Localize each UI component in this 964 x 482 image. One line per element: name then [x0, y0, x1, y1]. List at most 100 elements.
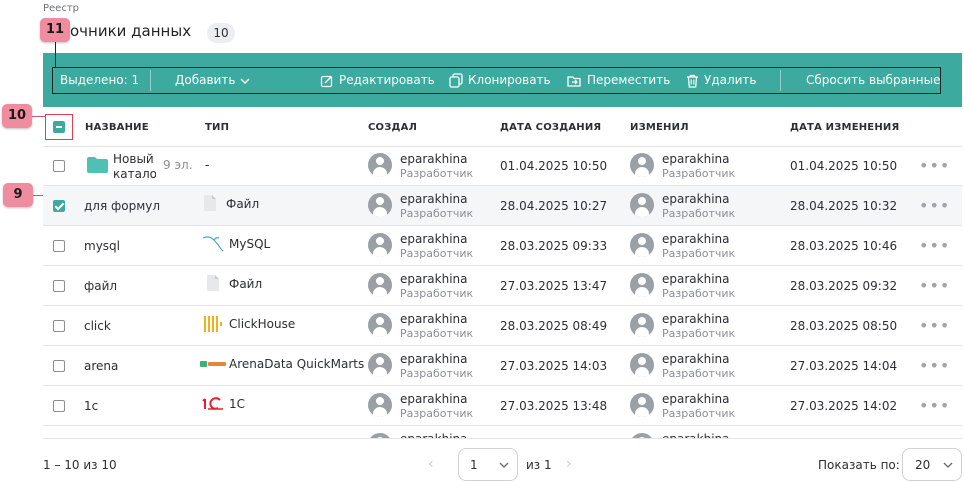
row-name[interactable]: click [84, 319, 111, 333]
delete-label: Удалить [704, 73, 757, 87]
row-name[interactable]: для формул [84, 199, 160, 213]
row-menu-icon[interactable]: ••• [919, 238, 950, 254]
row-checkbox[interactable] [53, 280, 65, 292]
avatar [368, 273, 392, 297]
file-icon [204, 195, 216, 211]
creator-name: eparakhina [400, 352, 468, 366]
creator-role: Разработчик [400, 167, 474, 180]
trash-icon [687, 74, 698, 88]
creator-name: eparakhina [400, 312, 468, 326]
avatar [630, 273, 654, 297]
modified-date: 27.03.2025 14:02 [790, 399, 898, 413]
modifier-name: eparakhina [662, 272, 730, 286]
callout-line [55, 40, 56, 68]
page-select[interactable]: 1 [458, 448, 518, 481]
column-created-by[interactable]: СОЗДАЛ [368, 122, 417, 133]
total-count-badge: 10 [207, 23, 235, 43]
page-size-value: 20 [915, 458, 931, 472]
row-checkbox[interactable] [53, 160, 65, 172]
modified-date: 28.03.2025 10:46 [790, 239, 898, 253]
avatar [630, 393, 654, 417]
avatar [368, 353, 392, 377]
row-type: 1С [229, 397, 246, 411]
edit-button[interactable]: Редактировать [320, 67, 435, 94]
clone-label: Клонировать [468, 73, 551, 87]
file-icon [207, 275, 219, 291]
reset-selection-button[interactable]: Сбросить выбранные [806, 67, 940, 94]
modifier-name: eparakhina [662, 352, 730, 366]
row-name[interactable]: mysql [84, 239, 120, 253]
row-name[interactable]: файл [84, 279, 117, 293]
modified-date: 28.04.2025 10:32 [790, 199, 898, 213]
add-dropdown-button[interactable]: Добавить [175, 67, 250, 94]
row-checkbox[interactable] [53, 240, 65, 252]
row-name[interactable]: 1c [84, 399, 98, 413]
page-total: из 1 [526, 458, 552, 472]
avatar [630, 193, 654, 217]
created-date: 27.03.2025 13:48 [500, 399, 608, 413]
page-size-label: Показать по: [818, 458, 900, 472]
creator-role: Разработчик [400, 287, 474, 300]
pagination-range: 1 – 10 из 10 [43, 458, 117, 472]
1c-icon [202, 397, 223, 410]
select-all-checkbox[interactable] [53, 121, 65, 133]
add-label: Добавить [175, 73, 236, 87]
creator-name: eparakhina [400, 272, 468, 286]
modified-date: 27.03.2025 14:04 [790, 359, 898, 373]
row-menu-icon[interactable]: ••• [919, 358, 950, 374]
creator-role: Разработчик [400, 327, 474, 340]
row-checkbox[interactable] [53, 320, 65, 332]
row-checkbox[interactable] [53, 400, 65, 412]
modifier-name: eparakhina [662, 312, 730, 326]
modifier-name: eparakhina [662, 152, 730, 166]
row-menu-icon[interactable]: ••• [919, 398, 950, 414]
row-menu-icon[interactable]: ••• [919, 278, 950, 294]
creator-name: eparakhina [400, 232, 468, 246]
row-type: Файл [229, 277, 263, 291]
avatar [630, 353, 654, 377]
delete-button[interactable]: Удалить [686, 67, 757, 94]
breadcrumb[interactable]: Реестр [43, 3, 79, 14]
row-name[interactable]: Новый [113, 152, 154, 166]
callout-badge-9: 9 [3, 183, 33, 207]
column-modified-by[interactable]: ИЗМЕНИЛ [630, 122, 689, 133]
column-type[interactable]: ТИП [205, 122, 229, 133]
modifier-role: Разработчик [662, 327, 736, 340]
creator-role: Разработчик [400, 247, 474, 260]
modifier-role: Разработчик [662, 207, 736, 220]
row-menu-icon[interactable]: ••• [919, 318, 950, 334]
move-icon [567, 75, 581, 87]
row-checkbox[interactable] [53, 200, 65, 212]
row-menu-icon[interactable]: ••• [919, 198, 950, 214]
row-type: - [205, 158, 210, 172]
move-button[interactable]: Переместить [567, 67, 670, 94]
edit-label: Редактировать [339, 73, 435, 87]
page-title: очники данных [70, 22, 192, 40]
row-name[interactable]: каталог [113, 167, 156, 181]
column-modified-at[interactable]: ДАТА ИЗМЕНЕНИЯ [790, 122, 899, 133]
toolbar-separator [150, 70, 151, 91]
created-date: 27.03.2025 14:03 [500, 359, 608, 373]
page-size-select[interactable]: 20 [902, 448, 962, 481]
row-checkbox[interactable] [53, 360, 65, 372]
modifier-name: eparakhina [662, 392, 730, 406]
avatar [630, 233, 654, 257]
table-bottom-divider [43, 438, 962, 439]
row-type: ArenaData QuickMarts [229, 357, 365, 371]
row-item-count: 9 эл. [163, 158, 193, 172]
move-label: Переместить [587, 73, 671, 87]
prev-page-icon[interactable]: ‹ [428, 456, 434, 472]
avatar [368, 313, 392, 337]
created-date: 28.03.2025 08:49 [500, 319, 608, 333]
next-page-icon[interactable]: › [566, 456, 572, 472]
column-name[interactable]: НАЗВАНИЕ [85, 122, 149, 133]
row-menu-icon[interactable]: ••• [919, 158, 950, 174]
selected-count: Выделено: 1 [60, 73, 140, 87]
chevron-down-icon [240, 77, 250, 84]
column-created-at[interactable]: ДАТА СОЗДАНИЯ [500, 122, 601, 133]
row-type: MySQL [229, 237, 271, 251]
callout-badge-11: 11 [40, 18, 70, 42]
clone-button[interactable]: Клонировать [449, 67, 551, 94]
avatar [630, 153, 654, 177]
row-name[interactable]: arena [84, 359, 118, 373]
